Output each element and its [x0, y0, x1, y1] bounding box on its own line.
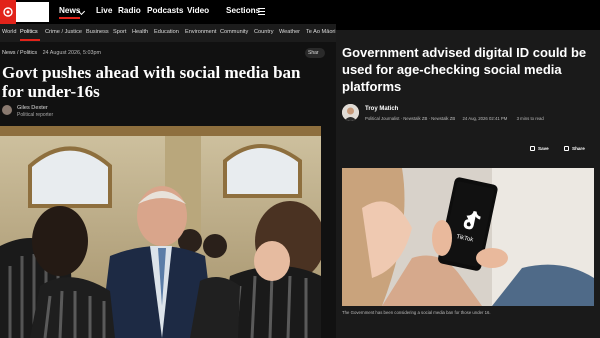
nav-radio[interactable]: Radio: [118, 6, 141, 15]
right-article-pane: Government advised digital ID could be u…: [336, 0, 600, 338]
menu-icon[interactable]: [258, 8, 265, 17]
article-photo: [0, 126, 321, 338]
left-article-pane: News Live Radio Podcasts Video Sections …: [0, 0, 336, 338]
subnav-sport[interactable]: Sport: [113, 29, 126, 35]
publish-date-right: 24 Aug, 2026 02:41 PM: [462, 116, 508, 121]
author-name-right[interactable]: Troy Matich: [365, 106, 398, 112]
publish-date: 24 August 2026, 5:03pm: [42, 50, 102, 56]
author-avatar: [342, 104, 359, 121]
bookmark-icon[interactable]: [530, 146, 535, 151]
author-role-right: Political Journalist · Newstalk ZB · New…: [365, 116, 456, 121]
author-meta: Political Journalist · Newstalk ZB · New…: [365, 116, 544, 121]
article-photo-right: TikTok: [342, 168, 594, 306]
subnav-business[interactable]: Business: [86, 29, 109, 35]
nav-podcasts[interactable]: Podcasts: [147, 6, 183, 15]
save-button[interactable]: Save: [538, 146, 549, 151]
section-subnav: World Politics Crime / Justice Business …: [0, 24, 336, 42]
subnav-world[interactable]: World: [2, 29, 17, 35]
right-header-bar: [336, 0, 600, 30]
subnav-community[interactable]: Community: [220, 29, 248, 35]
subnav-environment[interactable]: Environment: [185, 29, 216, 35]
subnav-weather[interactable]: Weather: [279, 29, 300, 35]
logo-wordmark-box: [16, 2, 49, 22]
top-navigation-bar: News Live Radio Podcasts Video Sections: [0, 0, 336, 24]
nav-video[interactable]: Video: [187, 6, 209, 15]
subnav-education[interactable]: Education: [154, 29, 179, 35]
subnav-te-ao-maori[interactable]: Te Ao Māori: [306, 29, 336, 35]
article-headline: Govt pushes ahead with social media ban …: [2, 63, 301, 101]
photo-caption: The Government has been considering a so…: [342, 310, 491, 315]
subnav-health[interactable]: Health: [132, 29, 148, 35]
share-icon[interactable]: [564, 146, 569, 151]
active-tab-indicator: [20, 39, 40, 41]
author-role: Political reporter: [17, 112, 54, 118]
share-button-right[interactable]: Share: [572, 146, 585, 151]
avatar-image: [342, 104, 359, 121]
read-time: 3 mins to read: [516, 116, 544, 121]
site-logo[interactable]: [0, 0, 16, 24]
nav-live[interactable]: Live: [96, 6, 112, 15]
subnav-politics[interactable]: Politics: [20, 29, 38, 35]
avatar: [2, 105, 12, 115]
author-name[interactable]: Giles Dexter: [17, 105, 48, 111]
logo-icon: [3, 7, 13, 17]
share-button[interactable]: Shar: [305, 48, 325, 58]
breadcrumb: News / Politics 24 August 2026, 5:03pm: [2, 50, 101, 56]
photo-illustration: [0, 126, 321, 338]
breadcrumb-path[interactable]: News / Politics: [2, 50, 37, 56]
subnav-country[interactable]: Country: [254, 29, 274, 35]
subnav-crime-justice[interactable]: Crime / Justice: [45, 29, 82, 35]
phone-photo: TikTok: [342, 168, 594, 306]
article-headline-right: Government advised digital ID could be u…: [342, 45, 587, 94]
nav-sections[interactable]: Sections: [226, 6, 260, 15]
